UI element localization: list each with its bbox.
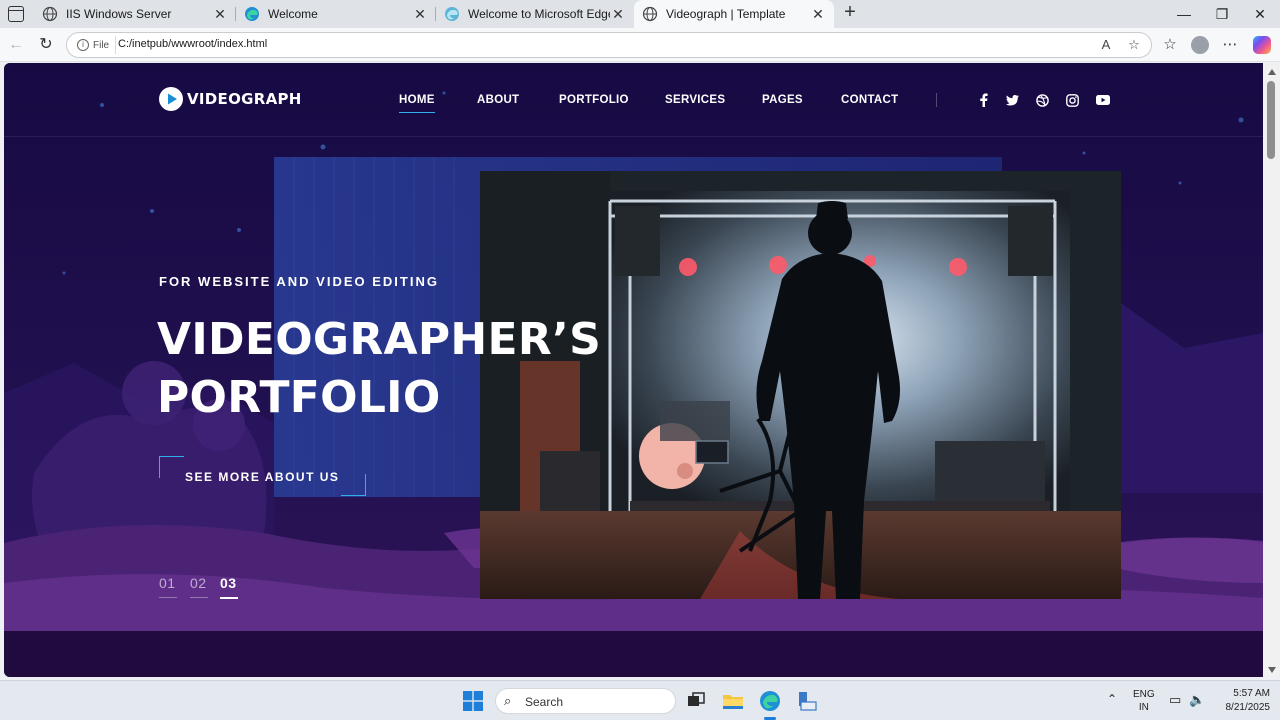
favorite-star-icon[interactable]: ☆ <box>1125 36 1143 54</box>
youtube-icon[interactable] <box>1094 91 1112 109</box>
dribbble-icon[interactable] <box>1033 91 1051 109</box>
file-explorer-icon[interactable] <box>722 690 744 712</box>
instagram-icon[interactable] <box>1063 91 1081 109</box>
site-info-button[interactable]: i File <box>73 36 117 54</box>
twitter-icon[interactable] <box>1003 91 1021 109</box>
tab-strip: IIS Windows Server ✕ Welcome ✕ Welcome t… <box>0 0 1280 28</box>
network-icon[interactable]: ▭ <box>1169 692 1181 708</box>
site-info-label: File <box>93 39 110 51</box>
address-bar[interactable]: i File C:/inetpub/wwwroot/index.html A ☆ <box>66 32 1152 58</box>
windows-taskbar: ⌕ Search ⌃ ENG IN ▭ 🔈 5:57 AM 8/21/2025 <box>0 680 1280 720</box>
close-icon[interactable]: ✕ <box>610 6 626 23</box>
windows-start-icon[interactable] <box>463 691 483 711</box>
nav-home[interactable]: HOME <box>399 94 435 113</box>
scrollbar-thumb[interactable] <box>1267 81 1275 159</box>
hero-title-line-1: VIDEOGRAPHER’S <box>157 314 602 365</box>
see-more-about-us-button[interactable]: SEE MORE ABOUT US <box>159 456 366 496</box>
language-code: ENG <box>1133 689 1155 700</box>
copilot-icon[interactable] <box>1253 36 1271 54</box>
facebook-icon[interactable] <box>974 91 992 109</box>
new-tab-button[interactable]: + <box>840 2 860 23</box>
globe-icon <box>642 6 658 22</box>
page-viewport: VIDEOGRAPH HOME ABOUT PORTFOLIO SERVICES… <box>4 63 1263 677</box>
favorites-icon[interactable]: ☆ <box>1160 35 1180 55</box>
slide-indicator-02[interactable]: 02 <box>190 575 208 598</box>
search-placeholder: Search <box>525 695 564 709</box>
info-icon: i <box>77 39 89 51</box>
nav-services[interactable]: SERVICES <box>665 94 725 106</box>
tab-welcome[interactable]: Welcome ✕ <box>236 0 436 28</box>
clock-time: 5:57 AM <box>1233 688 1270 699</box>
nav-about[interactable]: ABOUT <box>477 94 519 106</box>
edge-icon <box>245 7 259 21</box>
minimize-button[interactable]: — <box>1174 4 1194 24</box>
system-clock[interactable]: 5:57 AM 8/21/2025 <box>1210 687 1271 715</box>
tab-title: Welcome <box>268 7 318 21</box>
globe-icon <box>42 6 58 22</box>
nav-portfolio[interactable]: PORTFOLIO <box>559 94 629 106</box>
scroll-up-arrow-icon[interactable] <box>1268 69 1276 75</box>
tab-welcome-to-edge[interactable]: Welcome to Microsoft Edge ✕ <box>436 0 634 28</box>
cta-label: SEE MORE ABOUT US <box>185 470 340 484</box>
scroll-down-arrow-icon[interactable] <box>1268 667 1276 673</box>
vertical-scrollbar[interactable] <box>1263 63 1280 677</box>
browser-toolbar: ← ↻ i File C:/inetpub/wwwroot/index.html… <box>0 28 1280 62</box>
hero-title-line-2: PORTFOLIO <box>157 372 441 423</box>
clock-date: 8/21/2025 <box>1225 702 1271 713</box>
read-aloud-icon[interactable]: A <box>1097 36 1115 54</box>
chevron-up-icon[interactable]: ⌃ <box>1107 692 1117 706</box>
tab-videograph-template[interactable]: Videograph | Template ✕ <box>634 0 834 28</box>
region-code: IN <box>1138 702 1149 713</box>
slide-indicator-03[interactable]: 03 <box>220 575 238 599</box>
edge-taskbar-icon[interactable] <box>759 690 781 712</box>
tab-actions-menu-icon[interactable] <box>8 6 24 22</box>
slide-indicator-01[interactable]: 01 <box>159 575 177 598</box>
close-icon[interactable]: ✕ <box>810 6 826 23</box>
site-header: VIDEOGRAPH HOME ABOUT PORTFOLIO SERVICES… <box>4 63 1263 137</box>
more-options-icon[interactable]: ⋯ <box>1220 35 1240 55</box>
tab-title: Welcome to Microsoft Edge <box>468 7 610 21</box>
server-manager-icon[interactable] <box>796 690 818 712</box>
search-icon: ⌕ <box>504 693 512 708</box>
language-indicator[interactable]: ENG IN <box>1133 688 1155 714</box>
hero-title: VIDEOGRAPHER’S PORTFOLIO <box>157 311 601 427</box>
task-view-icon[interactable] <box>685 690 707 712</box>
tab-title: Videograph | Template <box>666 7 786 21</box>
profile-avatar[interactable] <box>1191 36 1209 54</box>
nav-contact[interactable]: CONTACT <box>841 94 898 106</box>
restore-button[interactable]: ❐ <box>1212 4 1232 24</box>
tab-title: IIS Windows Server <box>66 7 172 21</box>
back-button[interactable]: ← <box>6 35 26 55</box>
close-icon[interactable]: ✕ <box>412 6 428 23</box>
edge-icon <box>445 7 459 21</box>
nav-divider <box>936 93 937 107</box>
close-window-button[interactable]: ✕ <box>1250 4 1270 24</box>
refresh-button[interactable]: ↻ <box>36 35 56 55</box>
url-text[interactable]: C:/inetpub/wwwroot/index.html <box>118 38 267 50</box>
nav-pages[interactable]: PAGES <box>762 94 803 106</box>
hero-bottom-band <box>4 631 1263 677</box>
volume-icon[interactable]: 🔈 <box>1189 692 1205 708</box>
hero-kicker: FOR WEBSITE AND VIDEO EDITING <box>159 274 439 289</box>
close-icon[interactable]: ✕ <box>212 6 228 23</box>
tab-iis-windows-server[interactable]: IIS Windows Server ✕ <box>34 0 236 28</box>
taskbar-search-box[interactable]: ⌕ Search <box>495 688 676 714</box>
